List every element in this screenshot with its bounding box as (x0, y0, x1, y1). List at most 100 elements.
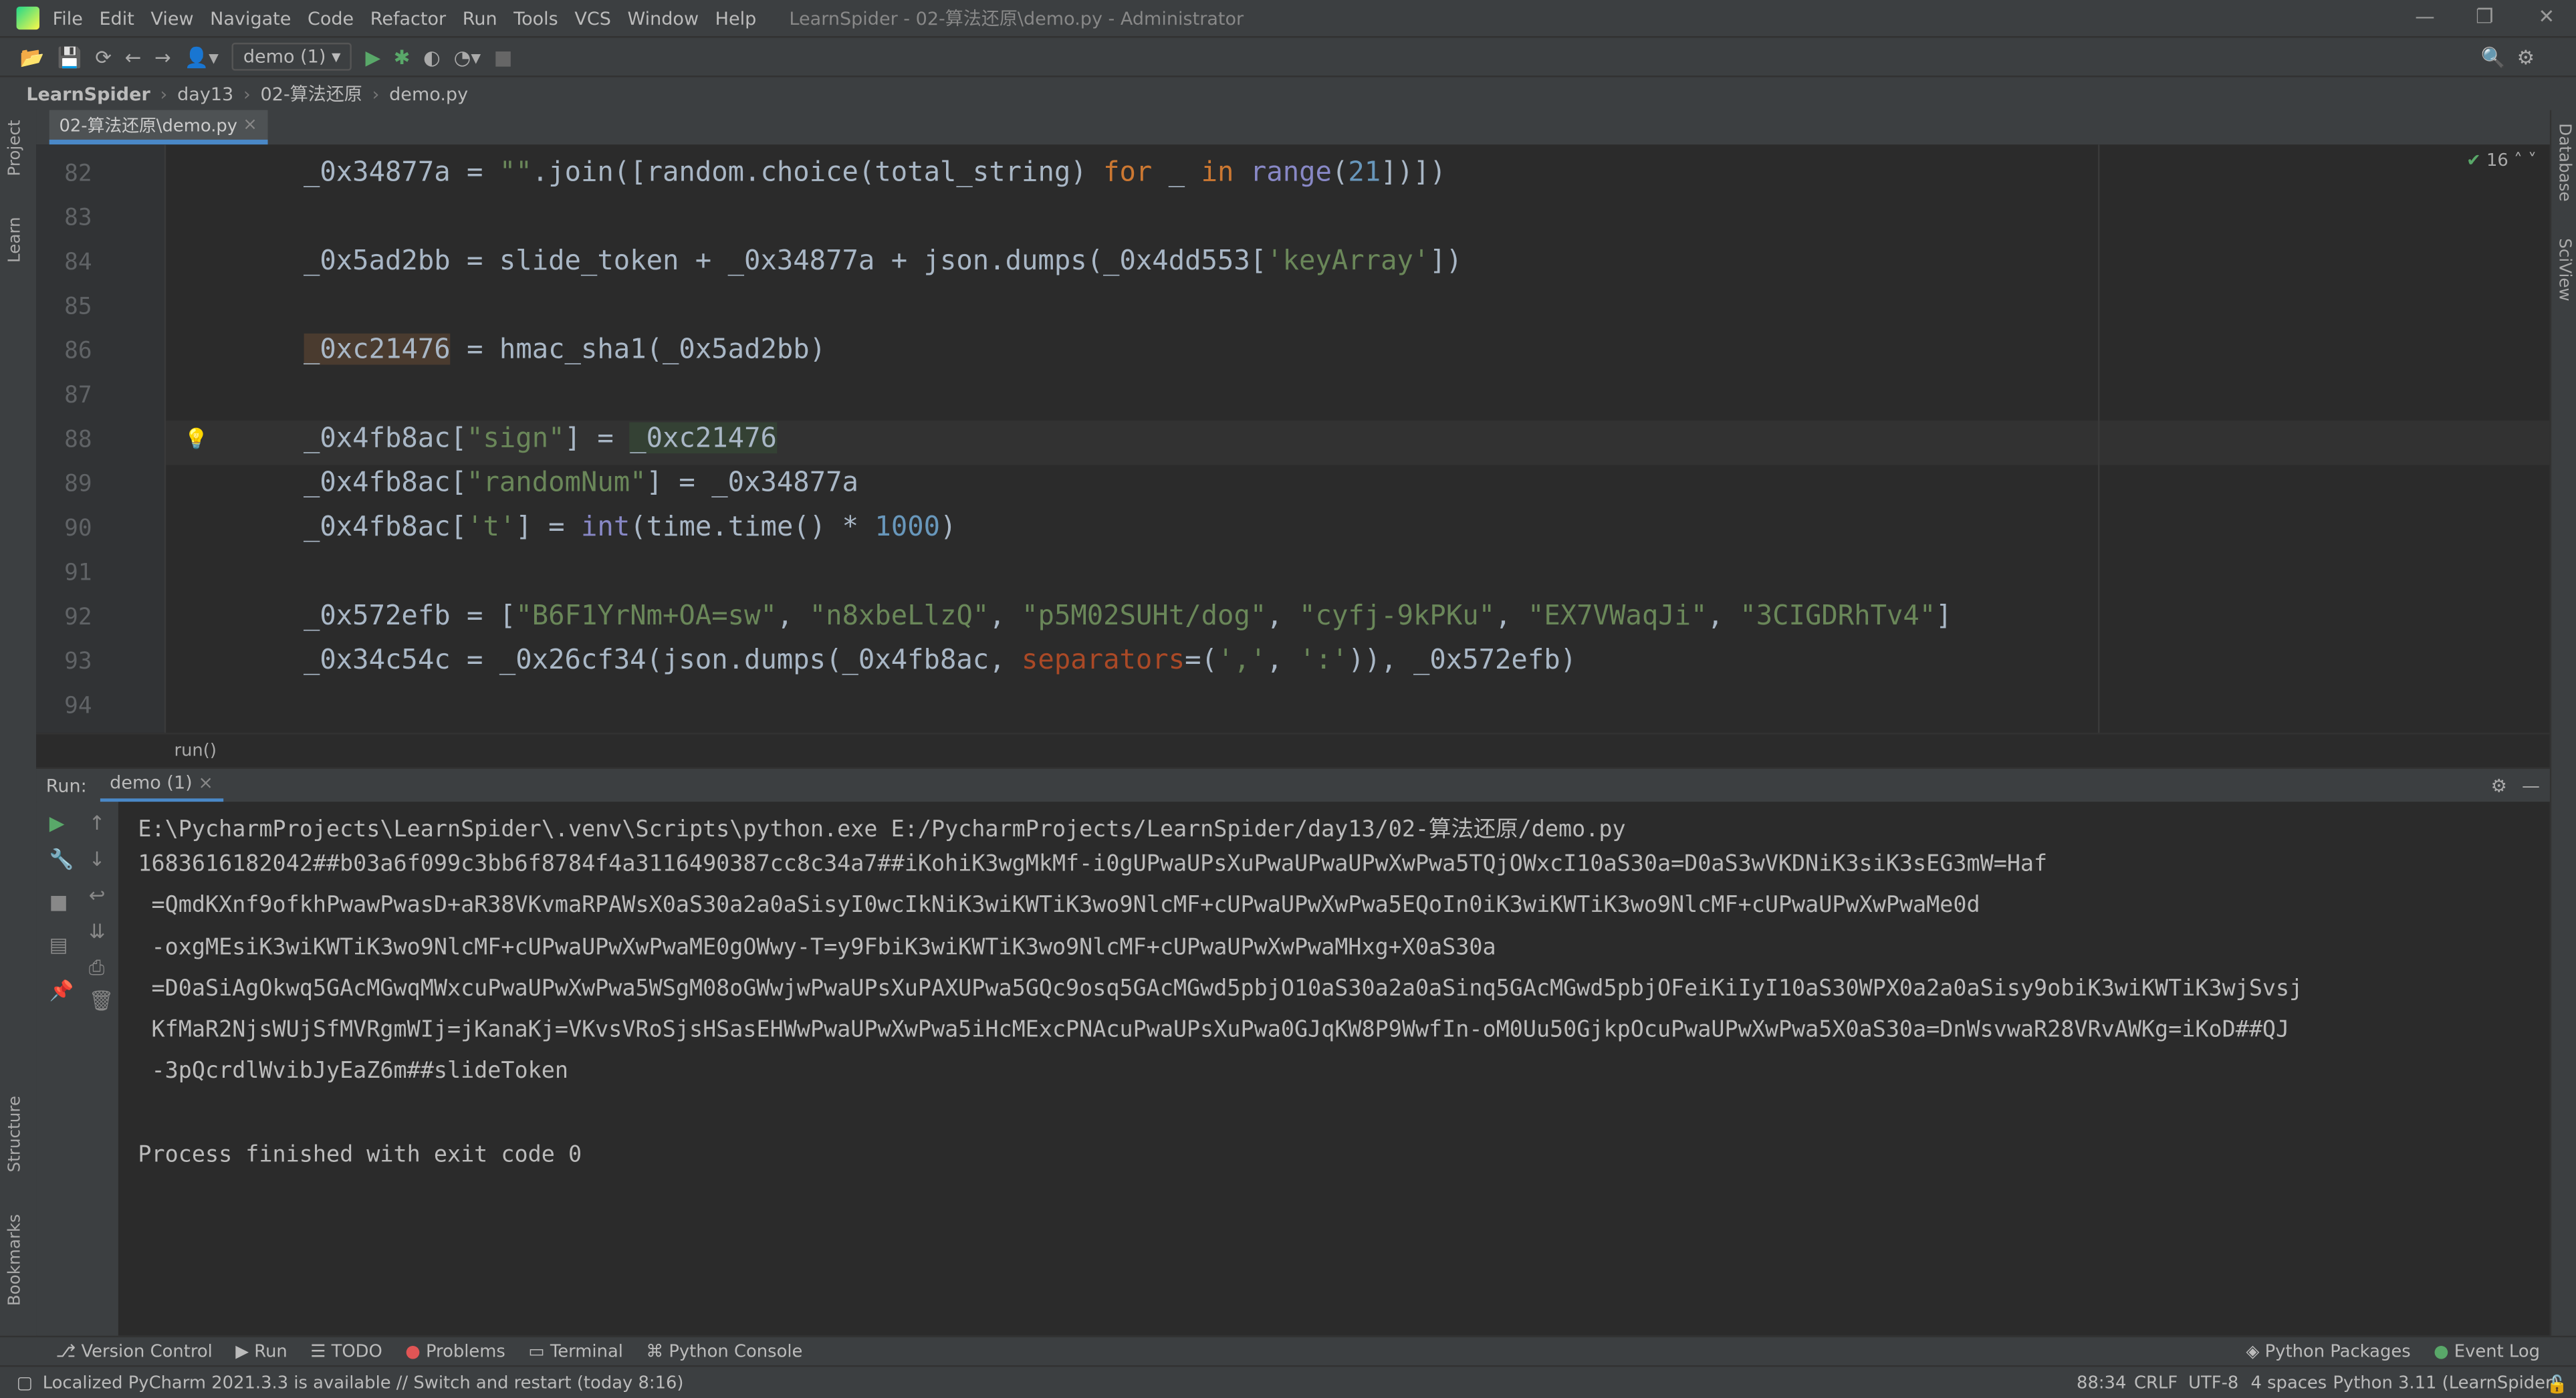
trash-icon[interactable]: 🗑 (89, 989, 114, 1012)
inspection-widget[interactable]: ✔ 16 ˄ ˅ (2466, 151, 2537, 170)
bookmarks-tool-button[interactable]: Bookmarks (7, 1214, 25, 1306)
user-icon[interactable]: 👤▾ (184, 45, 219, 68)
restore-icon[interactable]: ❐ (2476, 5, 2493, 27)
status-message[interactable]: Localized PyCharm 2021.3.3 is available … (43, 1373, 684, 1393)
window-title: LearnSpider - 02-算法还原\demo.py - Administ… (789, 8, 1244, 30)
menu-run[interactable]: Run (463, 7, 497, 29)
open-folder-icon[interactable]: 📂 (19, 45, 44, 68)
menu-edit[interactable]: Edit (99, 7, 134, 29)
tool-tab-label: Problems (425, 1342, 505, 1363)
search-icon[interactable]: 🔍 (2481, 45, 2506, 68)
wrench-icon[interactable]: 🔧 (49, 848, 74, 870)
menu-window[interactable]: Window (627, 7, 699, 29)
run-console-output[interactable]: E:\PycharmProjects\LearnSpider\.venv\Scr… (118, 802, 2550, 1336)
tool-tab-label: Terminal (550, 1342, 623, 1363)
up-icon[interactable]: ↑ (89, 812, 106, 834)
hide-icon[interactable]: — (2522, 775, 2540, 796)
code-token: "EX7VWaqJi" (1527, 599, 1708, 631)
lock-icon[interactable]: 🔓 (2547, 1373, 2568, 1394)
tool-tab-python-packages[interactable]: ◈ Python Packages (2246, 1343, 2411, 1362)
code-token: 't' (467, 511, 516, 542)
breadcrumb-subfolder[interactable]: 02-算法还原 (261, 80, 362, 106)
save-icon[interactable]: 💾 (57, 45, 82, 68)
stop-run-icon[interactable]: ■ (49, 891, 68, 913)
close-run-tab-icon[interactable]: × (198, 772, 213, 794)
code-token: ] = (515, 511, 582, 542)
gear-icon[interactable]: ⚙ (2517, 45, 2535, 68)
project-tool-button[interactable]: Project (7, 120, 25, 176)
back-icon[interactable]: ← (125, 45, 142, 68)
menu-code[interactable]: Code (308, 7, 354, 29)
line-number: 85 (64, 294, 92, 321)
code-line: _0xc21476 = hmac_sha1(_0x5ad2bb) (238, 333, 826, 365)
breadcrumb-file[interactable]: demo.py (389, 83, 468, 104)
sync-icon[interactable]: ⟳ (95, 45, 112, 68)
function-crumb[interactable]: run() (174, 741, 216, 760)
learn-tool-button[interactable]: Learn (7, 217, 25, 263)
run-tab-demo[interactable]: demo (1) × (100, 768, 223, 803)
forward-icon[interactable]: → (154, 45, 171, 68)
tool-tab-todo[interactable]: ☰ TODO (310, 1343, 382, 1362)
debug-icon[interactable]: ✱ (394, 45, 411, 68)
code-token: ':' (1299, 644, 1349, 675)
menu-bar: File Edit View Navigate Code Refactor Run Tools… (0, 0, 2576, 37)
sciview-tool-button[interactable]: SciView (2555, 238, 2573, 301)
print-icon[interactable]: ⎙ (89, 956, 105, 981)
breadcrumb-folder[interactable]: day13 (177, 83, 233, 104)
menu-refactor[interactable]: Refactor (370, 7, 446, 29)
coverage-icon[interactable]: ◐ (423, 45, 441, 68)
profile-icon[interactable]: ◔▾ (454, 45, 481, 68)
tool-tab-label: Python Console (669, 1342, 803, 1363)
line-number: 87 (64, 382, 92, 409)
output-line: 1683616182042##b03a6f099c3bb6f8784f4a311… (138, 851, 2048, 878)
code-token: "3CIGDRhTv4" (1740, 599, 1936, 631)
tool-tab-python-console[interactable]: ⌘ Python Console (646, 1343, 802, 1362)
minimize-icon[interactable]: — (2415, 5, 2434, 27)
lightbulb-icon[interactable]: 💡 (184, 427, 209, 450)
code-token: 'keyArray' (1266, 245, 1430, 276)
tool-tab-problems[interactable]: ● Problems (405, 1343, 505, 1362)
code-token: "cyfj-9kPKu" (1299, 599, 1496, 631)
tool-tab-run[interactable]: ▶ Run (235, 1343, 287, 1362)
stop-icon[interactable]: ■ (494, 45, 513, 68)
soft-wrap-icon[interactable]: ↩ (89, 884, 106, 907)
code-token: 1000 (874, 511, 941, 542)
run-icon[interactable]: ▶ (365, 45, 380, 68)
menu-vcs[interactable]: VCS (574, 7, 611, 29)
close-tab-icon[interactable]: × (243, 115, 257, 134)
rerun-icon[interactable]: ▶ (49, 812, 65, 834)
code-editor[interactable]: 💡 ✔ 16 ˄ ˅ 82 _0x34877a = "".join([rando… (36, 144, 2550, 733)
down-icon[interactable]: ↓ (89, 848, 106, 870)
line-separator[interactable]: CRLF (2134, 1373, 2178, 1393)
run-config-select[interactable]: demo (1) ▾ (231, 42, 352, 71)
database-tool-button[interactable]: Database (2555, 123, 2573, 201)
code-token: _0xc21476 (630, 422, 777, 454)
editor-tab-demo[interactable]: 02-算法还原\demo.py × (49, 110, 267, 145)
settings-icon[interactable]: ⚙ (2491, 775, 2507, 796)
code-token: , (1266, 599, 1300, 631)
file-encoding[interactable]: UTF-8 (2188, 1373, 2238, 1393)
menu-tools[interactable]: Tools (513, 7, 558, 29)
close-icon[interactable]: ✕ (2539, 5, 2555, 27)
code-token: _0x572efb = [ (238, 599, 516, 631)
tool-tab-event-log[interactable]: ● Event Log (2434, 1343, 2540, 1362)
tool-tab-version-control[interactable]: ⎇ Version Control (56, 1343, 213, 1362)
scroll-to-end-icon[interactable]: ⇊ (89, 920, 106, 943)
caret-position[interactable]: 88:34 (2077, 1373, 2126, 1393)
code-token: )), _0x572efb) (1348, 644, 1577, 675)
pin-icon[interactable]: 📌 (49, 979, 74, 1002)
breadcrumb-project[interactable]: LearnSpider (26, 83, 150, 104)
run-icon: ▶ (235, 1342, 255, 1363)
python-interpreter[interactable]: Python 3.11 (LearnSpider) (2333, 1373, 2559, 1393)
indent-setting[interactable]: 4 spaces (2251, 1373, 2327, 1393)
tool-tab-terminal[interactable]: ▭ Terminal (528, 1343, 623, 1362)
inspection-count: 16 (2486, 151, 2508, 171)
code-token: _0x5ad2bb = slide_token + _0x34877a + js… (238, 245, 1267, 276)
layout-icon[interactable]: ▤ (49, 933, 68, 956)
structure-tool-button[interactable]: Structure (7, 1096, 25, 1172)
menu-navigate[interactable]: Navigate (210, 7, 291, 29)
menu-view[interactable]: View (150, 7, 193, 29)
menu-help[interactable]: Help (715, 7, 757, 29)
menu-file[interactable]: File (53, 7, 83, 29)
